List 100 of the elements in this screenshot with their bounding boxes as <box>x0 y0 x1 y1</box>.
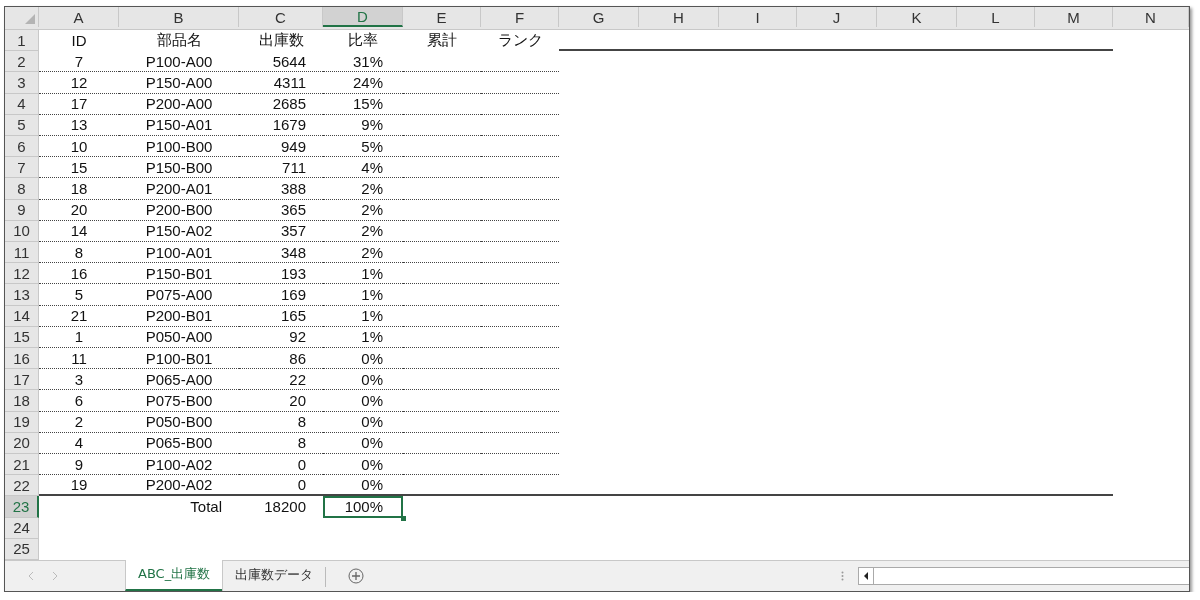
table-cell: 6 <box>39 390 119 412</box>
left-arrow-icon[interactable] <box>863 571 869 580</box>
table-cell: 10 <box>39 135 119 158</box>
table-cell: 20 <box>39 199 119 221</box>
table-cell: 13 <box>39 114 119 136</box>
table-cell: P200-A01 <box>119 178 239 200</box>
table-cell: 1% <box>323 305 403 327</box>
table-cell: 16 <box>39 263 119 285</box>
row-header[interactable]: 17 <box>5 369 39 391</box>
table-cell: 22 <box>239 369 323 391</box>
table-cell: 2% <box>323 220 403 242</box>
column-title: 出庫数 <box>257 30 305 50</box>
table-cell[interactable]: 100% <box>323 496 403 518</box>
row-header[interactable]: 6 <box>5 135 39 158</box>
table-cell: P200-B01 <box>119 305 239 327</box>
table-cell: P150-B00 <box>119 157 239 179</box>
table-cell: 4 <box>39 432 119 454</box>
table-cell: 3 <box>39 369 119 391</box>
add-sheet-icon[interactable] <box>348 567 365 584</box>
table-cell: 31% <box>323 51 403 73</box>
row-header[interactable]: 3 <box>5 72 39 94</box>
table-cell: 0% <box>323 347 403 370</box>
row-header[interactable]: 24 <box>5 517 39 539</box>
table-cell: P100-B00 <box>119 135 239 158</box>
row-header[interactable]: 8 <box>5 178 39 200</box>
table-cell: 193 <box>239 263 323 285</box>
table-cell: 8 <box>239 432 323 454</box>
row-header[interactable]: 15 <box>5 326 39 348</box>
table-cell: 5644 <box>239 51 323 73</box>
table-cell: P065-A00 <box>119 369 239 391</box>
table-cell: P150-A02 <box>119 220 239 242</box>
table-cell: P200-A02 <box>119 475 239 497</box>
table-cell: P100-A02 <box>119 453 239 476</box>
table-cell: 711 <box>239 157 323 179</box>
row-header[interactable]: 5 <box>5 114 39 136</box>
column-header[interactable]: D <box>323 7 403 28</box>
table-cell: 949 <box>239 135 323 158</box>
table-cell: 8 <box>239 411 323 433</box>
table-cell: 169 <box>239 284 323 306</box>
table-cell: 92 <box>239 326 323 348</box>
table-cell: 2% <box>323 178 403 200</box>
column-title: 部品名 <box>155 30 203 50</box>
table-cell: P200-B00 <box>119 199 239 221</box>
table-cell: P075-B00 <box>119 390 239 412</box>
table-cell: 0% <box>323 432 403 454</box>
total-label: Total <box>189 497 223 518</box>
fill-handle[interactable] <box>401 515 406 521</box>
table-cell: 24% <box>323 72 403 94</box>
table-cell: 12 <box>39 72 119 94</box>
table-cell: 5% <box>323 135 403 158</box>
row-header[interactable]: 19 <box>5 411 39 433</box>
row-header[interactable]: 7 <box>5 157 39 179</box>
table-cell: 15 <box>39 157 119 179</box>
select-all-icon[interactable] <box>25 14 35 25</box>
table-cell: P050-B00 <box>119 411 239 433</box>
row-header[interactable]: 2 <box>5 51 39 73</box>
splitter-icon[interactable] <box>841 570 844 581</box>
table-cell: P100-A00 <box>119 51 239 73</box>
table-cell: 14 <box>39 220 119 242</box>
table-cell: P150-A00 <box>119 72 239 94</box>
column-title: ランク <box>496 30 544 50</box>
row-header[interactable]: 12 <box>5 263 39 285</box>
table-cell: 1% <box>323 263 403 285</box>
row-header[interactable]: 25 <box>5 538 39 560</box>
row-header[interactable]: 23 <box>5 496 39 518</box>
row-header[interactable]: 20 <box>5 432 39 454</box>
table-cell: 0% <box>323 390 403 412</box>
table-cell: 2% <box>323 241 403 264</box>
table-cell: 11 <box>39 347 119 370</box>
row-header[interactable]: 9 <box>5 199 39 221</box>
row-header[interactable]: 13 <box>5 284 39 306</box>
table-cell: P150-A01 <box>119 114 239 136</box>
row-header[interactable]: 21 <box>5 453 39 476</box>
table-cell: P065-B00 <box>119 432 239 454</box>
table-cell: 5 <box>39 284 119 306</box>
table-cell: 388 <box>239 178 323 200</box>
table-cell: 8 <box>39 241 119 264</box>
row-header[interactable]: 14 <box>5 305 39 327</box>
table-cell: P150-B01 <box>119 263 239 285</box>
table-cell: 15% <box>323 93 403 115</box>
row-header[interactable]: 11 <box>5 241 39 264</box>
table-cell: 2685 <box>239 93 323 115</box>
row-header[interactable]: 10 <box>5 220 39 242</box>
table-cell: 20 <box>239 390 323 412</box>
row-header[interactable]: 4 <box>5 93 39 115</box>
column-title: 比率 <box>347 30 379 50</box>
table-cell-text: 18200 <box>263 497 307 518</box>
table-cell: 19 <box>39 475 119 497</box>
table-cell: 0% <box>323 411 403 433</box>
table-cell: 86 <box>239 347 323 370</box>
table-cell: P050-A00 <box>119 326 239 348</box>
row-header[interactable]: 22 <box>5 475 39 497</box>
row-header[interactable]: 18 <box>5 390 39 412</box>
row-header[interactable]: 16 <box>5 347 39 370</box>
table-cell: 1% <box>323 326 403 348</box>
horizontal-scrollbar[interactable] <box>858 567 1189 585</box>
table-cell: 1 <box>39 326 119 348</box>
row-header[interactable]: 1 <box>5 29 39 52</box>
table-cell: P100-B01 <box>119 347 239 370</box>
sheet-tab[interactable]: ABC_出庫数 <box>125 560 223 591</box>
